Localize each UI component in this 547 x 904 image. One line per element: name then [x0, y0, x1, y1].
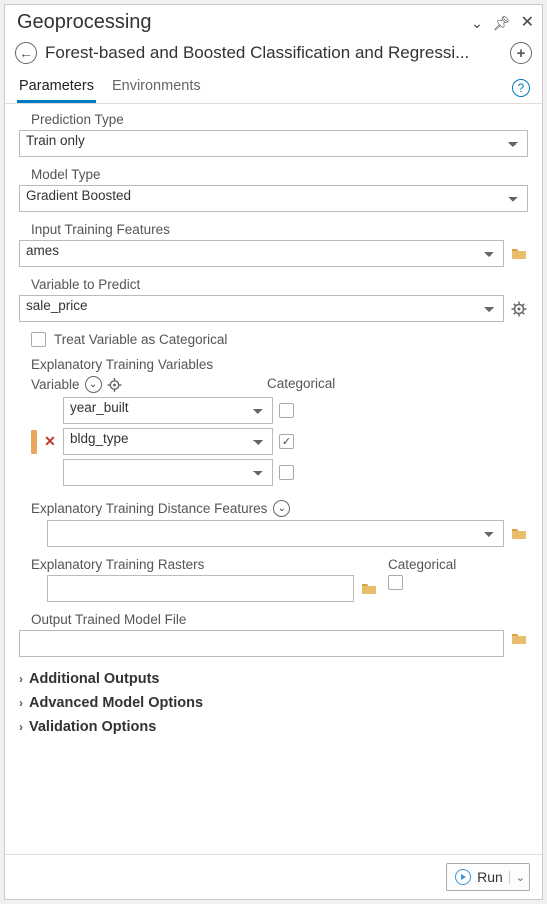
etr-categorical-checkbox[interactable]: [388, 575, 403, 590]
chevron-right-icon: ›: [19, 696, 23, 710]
help-icon[interactable]: ?: [512, 79, 530, 97]
browse-folder-icon[interactable]: [510, 245, 528, 263]
label-etv: Explanatory Training Variables: [31, 357, 528, 372]
combo-input-training-features[interactable]: ames: [19, 240, 504, 267]
expander-validation-options[interactable]: › Validation Options: [19, 715, 528, 739]
add-button[interactable]: +: [510, 42, 532, 64]
browse-folder-icon[interactable]: [510, 525, 528, 543]
select-model-type[interactable]: Gradient Boosted: [19, 185, 528, 212]
geoprocessing-panel: Geoprocessing ⌄ 📌︎ ✕ ← Forest-based and …: [4, 4, 543, 900]
input-etr[interactable]: [47, 575, 354, 602]
chevron-down-icon[interactable]: ⌄: [273, 500, 290, 517]
collapse-icon[interactable]: ⌄: [471, 16, 483, 30]
tabs: Parameters Environments ?: [5, 72, 542, 104]
label-variable-to-predict: Variable to Predict: [31, 277, 528, 292]
etv-categorical-header: Categorical: [267, 376, 335, 391]
expander-advanced-model-options[interactable]: › Advanced Model Options: [19, 691, 528, 715]
label-etdf: Explanatory Training Distance Features: [31, 501, 267, 516]
run-button[interactable]: Run ⌄: [446, 863, 530, 891]
field-variable-to-predict: Variable to Predict sale_price: [19, 277, 528, 322]
chevron-right-icon: ›: [19, 672, 23, 686]
etv-row-1: ✕ bldg_type: [31, 428, 528, 455]
label-etr: Explanatory Training Rasters: [31, 557, 378, 572]
tool-header: ← Forest-based and Boosted Classificatio…: [5, 36, 542, 72]
label-etr-categorical: Categorical: [388, 557, 528, 572]
etv-row-2: [31, 459, 528, 486]
tool-name: Forest-based and Boosted Classification …: [45, 43, 502, 63]
footer: Run ⌄: [5, 854, 542, 899]
etv-variable-header: Variable: [31, 377, 80, 392]
label-input-training-features: Input Training Features: [31, 222, 528, 237]
close-icon[interactable]: ✕: [521, 15, 534, 31]
label-etdf-row: Explanatory Training Distance Features ⌄: [31, 500, 528, 517]
gear-icon[interactable]: [510, 300, 528, 318]
run-label: Run: [477, 869, 503, 885]
tab-environments[interactable]: Environments: [110, 72, 203, 103]
field-model-type: Model Type Gradient Boosted: [19, 167, 528, 212]
etv-row-0: year_built: [31, 397, 528, 424]
titlebar: Geoprocessing ⌄ 📌︎ ✕: [5, 5, 542, 36]
remove-row-icon[interactable]: ✕: [43, 433, 57, 450]
field-input-training-features: Input Training Features ames: [19, 222, 528, 267]
etv-variable-select[interactable]: bldg_type: [63, 428, 273, 455]
label-treat-categorical: Treat Variable as Categorical: [54, 332, 227, 347]
field-etdf: Explanatory Training Distance Features ⌄: [19, 500, 528, 547]
panel-title: Geoprocessing: [17, 11, 152, 34]
back-button[interactable]: ←: [15, 42, 37, 64]
parameters-content: Prediction Type Train only Model Type Gr…: [5, 104, 542, 854]
tab-parameters[interactable]: Parameters: [17, 72, 96, 103]
etv-categorical-checkbox[interactable]: [279, 434, 294, 449]
play-icon: [455, 869, 471, 885]
etv-variable-select[interactable]: year_built: [63, 397, 273, 424]
field-prediction-type: Prediction Type Train only: [19, 112, 528, 157]
browse-folder-icon[interactable]: [360, 580, 378, 598]
field-output-model: Output Trained Model File: [19, 612, 528, 657]
input-output-model[interactable]: [19, 630, 504, 657]
label-model-type: Model Type: [31, 167, 528, 182]
pin-icon[interactable]: 📌︎: [493, 16, 511, 30]
field-treat-categorical: Treat Variable as Categorical: [31, 332, 528, 347]
run-dropdown-icon[interactable]: ⌄: [509, 871, 525, 884]
titlebar-controls: ⌄ 📌︎ ✕: [471, 15, 534, 31]
etv-header: Variable ⌄ Categorical: [31, 376, 528, 393]
etv-variable-select[interactable]: [63, 459, 273, 486]
chevron-down-icon[interactable]: ⌄: [85, 376, 102, 393]
chevron-right-icon: ›: [19, 720, 23, 734]
drag-handle-icon[interactable]: [31, 430, 37, 454]
field-etr: Explanatory Training Rasters Categorical: [19, 557, 528, 602]
browse-folder-icon[interactable]: [510, 630, 528, 648]
expander-label: Advanced Model Options: [29, 695, 203, 711]
combo-variable-to-predict[interactable]: sale_price: [19, 295, 504, 322]
select-prediction-type[interactable]: Train only: [19, 130, 528, 157]
expander-label: Validation Options: [29, 719, 156, 735]
checkbox-treat-categorical[interactable]: [31, 332, 46, 347]
etv-categorical-checkbox[interactable]: [279, 465, 294, 480]
label-output-model: Output Trained Model File: [31, 612, 528, 627]
gear-icon[interactable]: [107, 377, 122, 392]
label-prediction-type: Prediction Type: [31, 112, 528, 127]
etv-categorical-checkbox[interactable]: [279, 403, 294, 418]
expander-label: Additional Outputs: [29, 671, 159, 687]
expander-additional-outputs[interactable]: › Additional Outputs: [19, 667, 528, 691]
combo-etdf[interactable]: [47, 520, 504, 547]
